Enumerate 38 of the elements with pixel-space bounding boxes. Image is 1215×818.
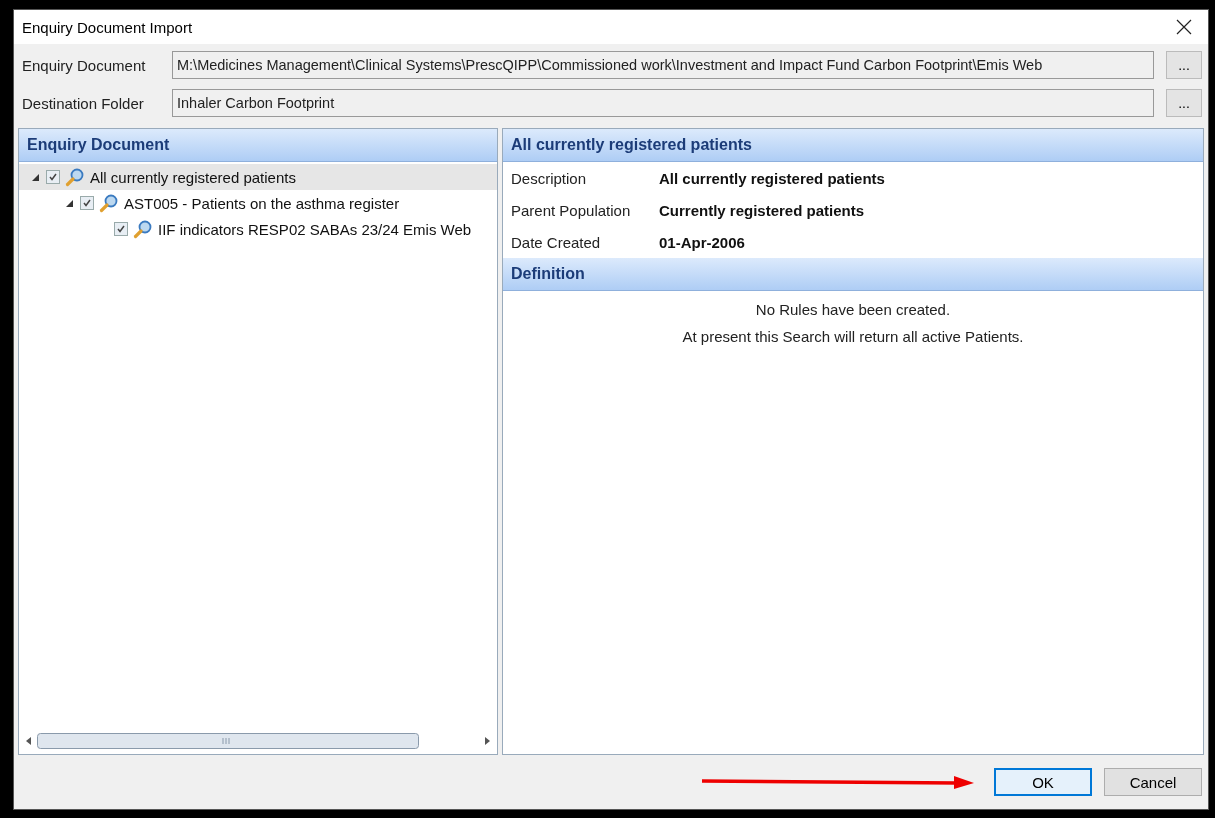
property-label: Parent Population — [511, 201, 632, 219]
close-icon — [1176, 19, 1192, 35]
browse-button[interactable]: ... — [1166, 89, 1202, 117]
property-value: 01-Apr-2006 — [659, 233, 745, 251]
property-value: Currently registered patients — [659, 201, 865, 219]
tree-label: AST005 - Patients on the asthma register — [124, 194, 400, 212]
expander-icon[interactable] — [64, 198, 74, 208]
cancel-button[interactable]: Cancel — [1104, 768, 1202, 796]
property-value: All currently registered patients — [659, 169, 885, 187]
scroll-left-icon[interactable] — [25, 736, 33, 746]
field-label: Destination Folder — [22, 94, 145, 112]
definition-message: At present this Search will return all active Patients. — [681, 328, 1025, 345]
checkbox[interactable] — [46, 170, 60, 184]
checkbox[interactable] — [80, 196, 94, 210]
scroll-right-icon[interactable] — [483, 736, 491, 746]
panel-header: Definition — [503, 258, 1203, 291]
tree-label: All currently registered patients — [90, 168, 296, 186]
input-field[interactable]: M:\Medicines Management\Clinical Systems\PrescQIPP\Commissioned work\Investment and Impact Fund Carbon Footprint\Emis Web — [172, 51, 1154, 79]
expander-icon[interactable] — [30, 172, 40, 182]
search-icon — [133, 219, 153, 239]
field-label: Enquiry Document — [22, 56, 147, 74]
browse-button[interactable]: ... — [1166, 51, 1202, 79]
panel-header: All currently registered patients — [503, 129, 1203, 162]
scrollbar-thumb[interactable] — [37, 733, 419, 749]
search-icon — [99, 193, 119, 213]
checkbox[interactable] — [114, 222, 128, 236]
tree-item[interactable]: IIF indicators RESP02 SABAs 23/24 Emis Web — [19, 216, 497, 242]
tree-label: IIF indicators RESP02 SABAs 23/24 Emis Web — [158, 220, 472, 238]
definition-message: No Rules have been created. — [754, 301, 952, 318]
window-title: Enquiry Document Import — [22, 18, 193, 36]
ok-button[interactable]: OK — [994, 768, 1092, 796]
property-label: Description — [511, 169, 588, 187]
input-field[interactable]: Inhaler Carbon Footprint — [172, 89, 1154, 117]
search-icon — [65, 167, 85, 187]
tree-item[interactable]: AST005 - Patients on the asthma register — [19, 190, 497, 216]
property-label: Date Created — [511, 233, 602, 251]
tree-item[interactable]: All currently registered patients — [19, 164, 497, 190]
panel-header: Enquiry Document — [19, 129, 497, 162]
